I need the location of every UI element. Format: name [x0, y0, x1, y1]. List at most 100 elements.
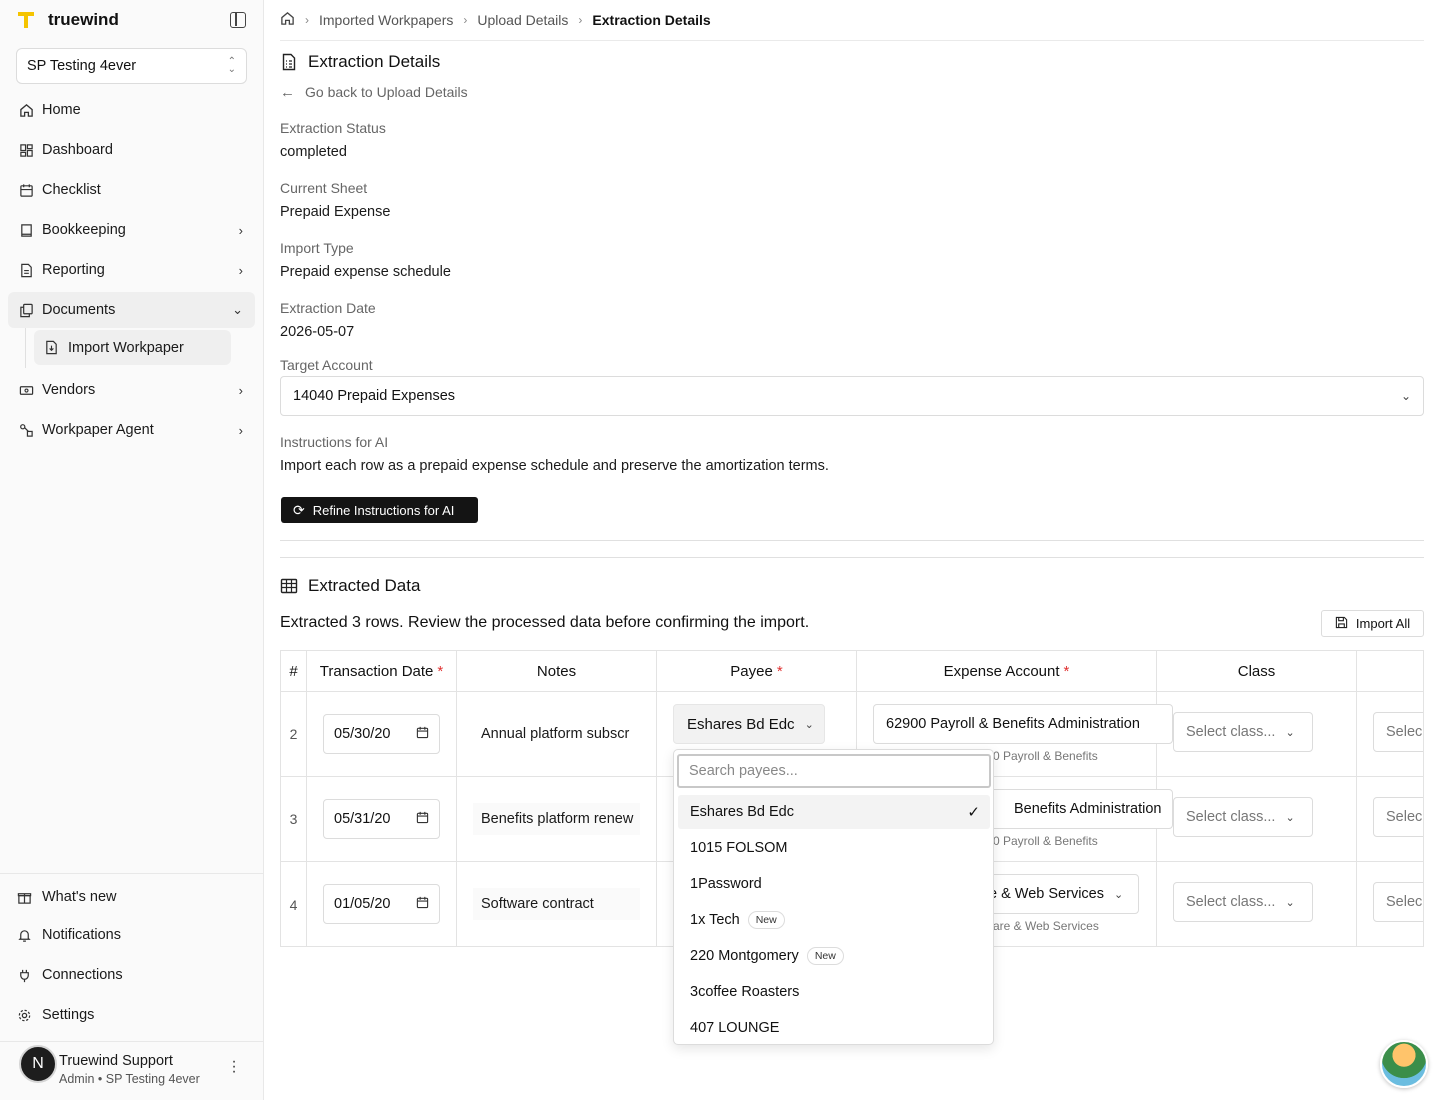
- payee-option[interactable]: 220 Montgomery New: [678, 939, 990, 973]
- class-select[interactable]: Select class... ⌄: [1173, 712, 1313, 752]
- footer-item-label: What's new: [42, 889, 117, 905]
- sidebar-item-label: Home: [42, 102, 81, 118]
- date-value: 05/30/20: [334, 726, 391, 742]
- target-account-label: Target Account: [280, 357, 373, 373]
- sidebar-item-home[interactable]: Home: [8, 92, 255, 128]
- import-all-button[interactable]: Import All: [1321, 610, 1424, 637]
- column-header-extra: [1357, 651, 1423, 692]
- help-widget-avatar[interactable]: [1380, 1040, 1428, 1088]
- transaction-date-input[interactable]: 05/30/20: [323, 714, 440, 754]
- instructions-value: Import each row as a prepaid expense sch…: [280, 458, 829, 474]
- payee-option[interactable]: 1x Tech New: [678, 903, 990, 937]
- column-header-notes: Notes: [457, 651, 657, 692]
- footer-item-label: Connections: [42, 967, 123, 983]
- arrow-left-icon: ←: [280, 83, 295, 101]
- target-account-select[interactable]: 14040 Prepaid Expenses ⌄: [280, 376, 1424, 416]
- field-label-import-type: Import Type: [280, 240, 354, 256]
- breadcrumb-upload-details[interactable]: Upload Details: [477, 12, 568, 28]
- payee-search-input[interactable]: Search payees...: [677, 754, 991, 788]
- home-icon[interactable]: [280, 11, 295, 29]
- chevron-right-icon: ›: [238, 222, 243, 238]
- back-link[interactable]: ← Go back to Upload Details: [280, 82, 468, 102]
- gift-icon: [16, 889, 32, 905]
- instructions-label: Instructions for AI: [280, 434, 389, 450]
- user-profile[interactable]: N Truewind Support Admin • SP Testing 4e…: [19, 1045, 259, 1086]
- payee-option[interactable]: 407 LOUNGE: [678, 1011, 990, 1044]
- sidebar-item-documents[interactable]: Documents ⌄: [8, 292, 255, 328]
- calendar-icon: [416, 811, 429, 827]
- payee-option-label: 1Password: [690, 876, 762, 892]
- extracted-summary: Extracted 3 rows. Review the processed d…: [280, 614, 810, 631]
- notes-input[interactable]: Annual platform subscr: [473, 718, 640, 750]
- report-icon: [18, 262, 34, 278]
- check-icon: ✓: [967, 804, 980, 821]
- document-icon: [282, 53, 296, 71]
- footer-item-connections[interactable]: Connections: [16, 963, 123, 987]
- class-select[interactable]: Select class... ⌄: [1173, 797, 1313, 837]
- payee-dropdown: Search payees... Eshares Bd Edc ✓ 1015 F…: [673, 749, 994, 1045]
- transaction-date-input[interactable]: 01/05/20: [323, 884, 440, 924]
- payee-option-label: Eshares Bd Edc: [690, 804, 794, 820]
- import-all-label: Import All: [1355, 616, 1411, 631]
- footer-item-label: Notifications: [42, 927, 121, 943]
- sidebar-item-bookkeeping[interactable]: Bookkeeping ›: [8, 212, 255, 248]
- divider: [280, 540, 1424, 541]
- sidebar-item-vendors[interactable]: Vendors ›: [8, 372, 255, 408]
- refine-instructions-button[interactable]: ⟳ Refine Instructions for AI: [281, 497, 478, 523]
- calendar-icon: [416, 726, 429, 742]
- breadcrumb-current: Extraction Details: [592, 12, 711, 28]
- sidebar-item-label: Documents: [42, 302, 116, 318]
- new-badge: New: [806, 947, 844, 965]
- divider: [0, 1041, 264, 1042]
- table-cell-extra: Selec: [1357, 692, 1423, 777]
- field-value-sheet: Prepaid Expense: [280, 204, 391, 220]
- notes-input[interactable]: Software contract: [473, 888, 640, 920]
- chevron-updown-icon: ⌃ ⌄: [227, 56, 236, 75]
- payee-option-label: 220 Montgomery: [690, 948, 799, 964]
- extra-select[interactable]: Selec: [1373, 712, 1423, 752]
- footer-item-notifications[interactable]: Notifications: [16, 923, 121, 947]
- submenu-rail: [25, 328, 26, 368]
- transaction-date-input[interactable]: 05/31/20: [323, 799, 440, 839]
- back-link-label: Go back to Upload Details: [305, 84, 468, 100]
- field-value-import-type: Prepaid expense schedule: [280, 264, 451, 280]
- footer-item-settings[interactable]: Settings: [16, 1003, 94, 1027]
- sidebar-item-import-workpaper[interactable]: Import Workpaper: [34, 330, 231, 365]
- refine-button-label: Refine Instructions for AI: [312, 502, 455, 518]
- field-label-extraction-date: Extraction Date: [280, 300, 376, 316]
- sidebar-item-reporting[interactable]: Reporting ›: [8, 252, 255, 288]
- notes-input[interactable]: Benefits platform renew: [473, 803, 640, 835]
- field-value-status: completed: [280, 144, 347, 160]
- brand[interactable]: truewind: [16, 8, 119, 32]
- sidebar-item-label: Checklist: [42, 182, 101, 198]
- more-vertical-icon[interactable]: · · ·: [229, 1054, 239, 1080]
- payee-option[interactable]: 3coffee Roasters: [678, 975, 990, 1009]
- target-account-value: 14040 Prepaid Expenses: [293, 388, 456, 404]
- sidebar-item-checklist[interactable]: Checklist: [8, 172, 255, 208]
- book-icon: [18, 222, 34, 238]
- truewind-logo-icon: [18, 12, 34, 28]
- payee-option[interactable]: 1Password: [678, 867, 990, 901]
- breadcrumb-imported-workpapers[interactable]: Imported Workpapers: [319, 12, 453, 28]
- table-cell-date: 05/31/20: [307, 777, 457, 862]
- extra-select[interactable]: Selec: [1373, 797, 1423, 837]
- sidebar-item-label: Workpaper Agent: [42, 422, 154, 438]
- payee-option[interactable]: Eshares Bd Edc ✓: [678, 795, 990, 829]
- payee-select[interactable]: Eshares Bd Edc ⌄: [673, 704, 825, 744]
- table-cell-class: Select class... ⌄: [1157, 777, 1357, 862]
- class-placeholder: Select class...: [1186, 894, 1276, 910]
- sidebar-item-dashboard[interactable]: Dashboard: [8, 132, 255, 168]
- payee-option-label: 1015 FOLSOM: [690, 840, 788, 856]
- sidebar-item-workpaper-agent[interactable]: Workpaper Agent ›: [8, 412, 255, 448]
- extra-select[interactable]: Selec: [1373, 882, 1423, 922]
- chevron-down-icon: ⌄: [804, 718, 814, 731]
- divider: [280, 40, 1424, 41]
- extracted-data-title: Extracted Data: [280, 574, 420, 598]
- payee-option[interactable]: 1015 FOLSOM: [678, 831, 990, 865]
- expense-account-select[interactable]: 62900 Payroll & Benefits Administration: [873, 704, 1173, 744]
- org-switcher[interactable]: SP Testing 4ever ⌃ ⌄: [16, 48, 247, 84]
- account-subtitle: are & Web Services: [993, 919, 1099, 933]
- footer-item-whats-new[interactable]: What's new: [16, 885, 117, 909]
- class-select[interactable]: Select class... ⌄: [1173, 882, 1313, 922]
- sidebar-toggle-icon[interactable]: [230, 12, 246, 28]
